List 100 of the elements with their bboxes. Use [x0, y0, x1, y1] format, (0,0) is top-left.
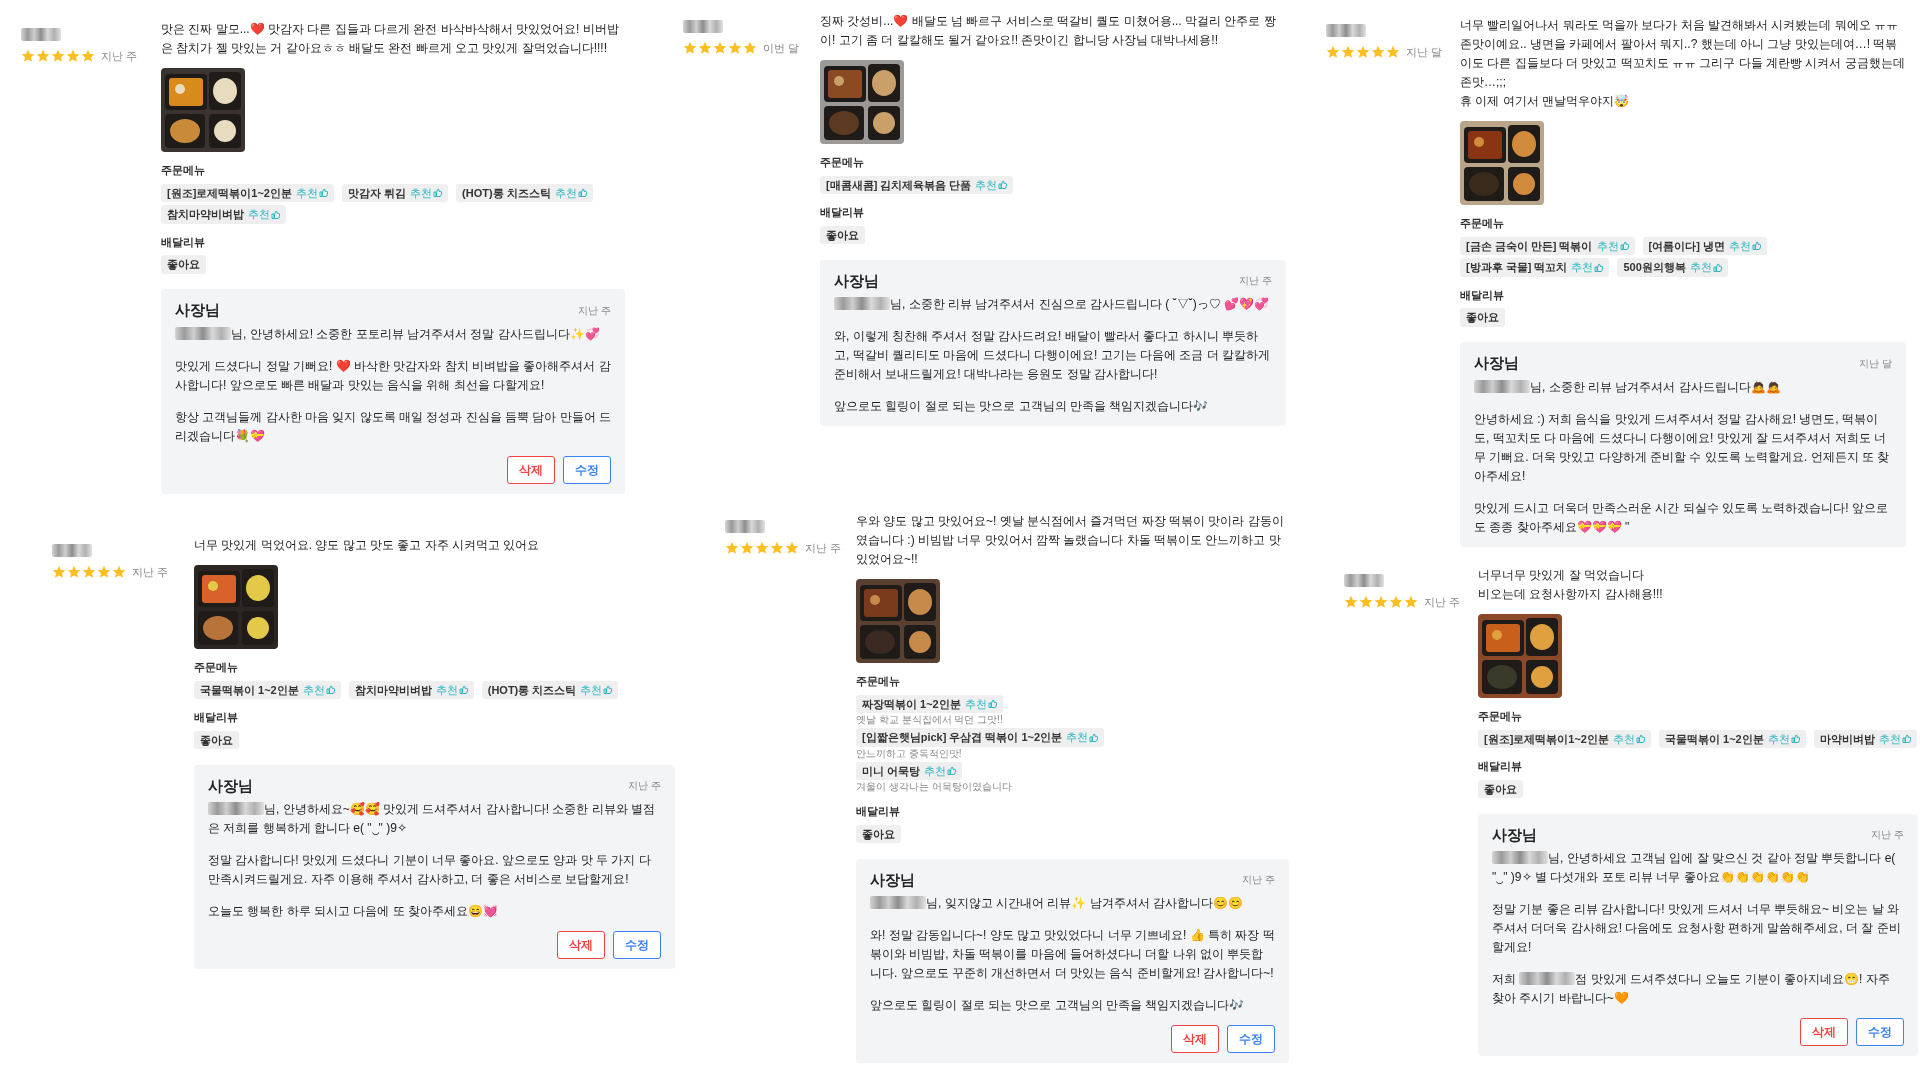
- reply-text: 와, 이렇게 칭찬해 주셔서 정말 감사드려요! 배달이 빨라서 좋다고 하시니 뿌듯하고, 떡갈비 퀄리티도 마음에 드셨다니 다행이에요! 고기는 다음에 조금 더 칼칼하게 준비해서 보내드릴게요! 대박나라는 응원도 정말 감사합니다!: [834, 328, 1271, 383]
- recommend-label: 추천: [410, 185, 433, 201]
- menu-name: 국물떡볶이 1~2인분: [200, 682, 299, 698]
- reply-text: 님, 안녕하세요! 소중한 포토리뷰 남겨주셔서 정말 감사드립니다✨💞: [175, 324, 611, 344]
- thumbs-up-icon: [603, 685, 613, 695]
- star-icon: [82, 565, 96, 580]
- section-label: 주문메뉴: [1478, 709, 1523, 724]
- menu-name: [입짧은햇님pick] 우삼겹 떡볶이 1~2인분: [862, 730, 1063, 745]
- reply-text: 와! 정말 감동입니다~! 양도 많고 맛있었다니 너무 기쁘네요! 👍 특히 짜장 떡볶이와 비빔밥, 차돌 떡볶이를 마음에 들어하셨다니 더할 나위 없이 뿌듯합니다. 앞으로도 꾸준히 개선하면서 더 맛있는 음식 준비할게요! 감사합니다~!: [870, 927, 1275, 982]
- reply-date: 지난 주: [1871, 828, 1904, 843]
- thumbs-up-icon: [998, 180, 1008, 190]
- star-icon: [1386, 45, 1400, 60]
- star-icon: [1374, 595, 1388, 610]
- menu-name: 짜장떡볶이 1~2인분: [862, 696, 961, 712]
- reply-text: 님, 소중한 리뷰 남겨주셔서 감사드립니다🙇🙇: [1474, 377, 1892, 397]
- thumbs-up-icon: [1619, 241, 1629, 251]
- reply-text: 정말 감사합니다! 맛있게 드셨다니 기분이 너무 좋아요. 앞으로도 양과 맛 두 가지 다 만족시켜드릴게요. 자주 이용해 주셔서 감사하고, 더 좋은 서비스로 보답할게요!: [208, 852, 652, 888]
- star-icon: [743, 41, 757, 56]
- blurred-name: [1344, 574, 1384, 587]
- recommend-label: 추천: [1767, 731, 1790, 747]
- reply-date: 지난 주: [1239, 274, 1272, 289]
- review-text: 너무너무 맛있게 잘 먹었습니다: [1478, 567, 1645, 584]
- recommend-label: 추천: [580, 682, 603, 698]
- star-icon: [1341, 45, 1355, 60]
- recommend-label: 추천: [1571, 260, 1594, 275]
- menu-note: 옛날 학교 분식집에서 먹던 그맛!!: [856, 713, 1003, 726]
- recommend-label: 추천: [248, 207, 270, 222]
- reply-text: 앞으로도 힐링이 절로 되는 맛으로 고객님의 만족을 책임지겠습니다🎶: [870, 997, 1246, 1014]
- menu-name: 마약비벼밥: [1819, 731, 1875, 747]
- star-icon: [713, 41, 727, 56]
- thumbs-up-icon: [1712, 262, 1722, 272]
- review-date: 지난 달: [1406, 45, 1443, 60]
- reply-date: 지난 달: [1859, 356, 1892, 371]
- section-label: 배달리뷰: [1478, 759, 1523, 774]
- star-icon: [1359, 595, 1373, 610]
- blurred-name: [1326, 24, 1366, 37]
- recommend-label: 추천: [924, 763, 947, 779]
- edit-button[interactable]: 수정: [563, 455, 611, 484]
- review-text: 비오는데 요청사항까지 감사해용!!!: [1478, 586, 1664, 603]
- delete-button[interactable]: 삭제: [507, 455, 555, 484]
- reply-author: 사장님: [208, 775, 253, 796]
- star-icon: [698, 41, 712, 56]
- star-icon: [728, 41, 742, 56]
- review-date: 지난 주: [805, 541, 842, 556]
- recommend-label: 추천: [964, 696, 987, 712]
- reply-text: 님, 소중한 리뷰 남겨주셔서 진심으로 감사드립니다 ( ˘▽˘)っ♡ 💕💖💞: [834, 295, 1272, 314]
- recommend-label: 추천: [1689, 260, 1712, 275]
- edit-button[interactable]: 수정: [1227, 1025, 1275, 1053]
- reply-author: 사장님: [175, 300, 220, 320]
- star-icon: [1404, 595, 1418, 610]
- star-icon: [66, 49, 80, 64]
- star-icon: [1326, 45, 1340, 60]
- delivery-tag: 좋아요: [1478, 779, 1523, 798]
- section-label: 배달리뷰: [820, 205, 865, 220]
- section-label: 주문메뉴: [820, 155, 865, 170]
- star-icon: [683, 41, 697, 56]
- blurred-name: [21, 28, 61, 41]
- edit-button[interactable]: 수정: [613, 931, 661, 959]
- star-icon: [725, 541, 739, 556]
- star-icon: [97, 565, 111, 580]
- star-icon: [67, 565, 81, 580]
- menu-name: [방과후 국물] 떡꼬치: [1466, 260, 1568, 275]
- review-text: 맛은 진짜 말모...❤ 맛감자 다른 집들과 다르게 완전 바삭바삭해서 맛있었어요! 비버밥은 참치가 젤 맛있는 거 같아요ㅎㅎ 배달도 완전 빠르게 오고 맛있게 잘먹었습니다!!!!: [161, 21, 620, 57]
- recommend-label: 추천: [554, 185, 577, 201]
- delivery-tag: 좋아요: [194, 730, 239, 749]
- section-label: 주문메뉴: [856, 674, 901, 689]
- recommend-label: 추천: [1878, 731, 1901, 747]
- thumbs-up-icon: [433, 188, 443, 198]
- menu-name: (HOT)롱 치즈스틱: [487, 682, 577, 698]
- thumbs-up-icon: [1790, 734, 1800, 744]
- review-date: 지난 주: [1424, 595, 1461, 610]
- reply-text: 저희 점 맛있게 드셔주셨다니 오늘도 기분이 좋아지네요😁! 자주 찾아 주시기 바랍니다~🧡: [1492, 971, 1891, 1007]
- delete-button[interactable]: 삭제: [1171, 1025, 1219, 1053]
- menu-name: [원조]로제떡볶이1~2인분: [1484, 731, 1609, 747]
- edit-button[interactable]: 수정: [1856, 1018, 1904, 1046]
- recommend-label: 추천: [296, 185, 318, 201]
- blurred-name: [52, 544, 92, 557]
- blurred-name: [725, 520, 765, 533]
- thumbs-up-icon: [1751, 241, 1761, 251]
- delivery-tag: 좋아요: [1460, 308, 1505, 327]
- thumbs-up-icon: [1636, 734, 1645, 744]
- menu-name: 500원의행복: [1623, 260, 1686, 275]
- review-date: 지난 주: [101, 49, 138, 64]
- recommend-label: 추천: [1728, 238, 1751, 254]
- thumbs-up-icon: [271, 209, 280, 219]
- menu-name: (HOT)롱 치즈스틱: [462, 185, 551, 201]
- reply-author: 사장님: [1474, 353, 1519, 373]
- delete-button[interactable]: 삭제: [1800, 1018, 1848, 1046]
- star-icon: [1371, 45, 1385, 60]
- delete-button[interactable]: 삭제: [557, 931, 605, 959]
- delivery-tag: 좋아요: [820, 225, 865, 244]
- section-label: 배달리뷰: [856, 804, 901, 819]
- review-text: 너무 빨리일어나서 뭐라도 먹을까 보다가 처음 발견해봐서 시켜봤는데 뭐에오 ㅠㅠ 존맛이예요.. 냉면을 카페에서 팔아서 뭐지..? 했는데 아니 그냥 맛있는데여…! 떡볶이도 다른 집들보다 더 맛있고 떡꼬치도 ㅠㅠ 그리구 다들 계란빵 시켜서 궁금했는데 존맛…;;;: [1460, 17, 1906, 91]
- recommend-label: 추천: [302, 682, 325, 698]
- menu-name: 참치마약비벼밥: [354, 682, 432, 698]
- reply-text: 님, 안녕하세요 고객님 입에 잘 맞으신 것 같아 정말 뿌듯합니다 e( "‿" )9✧ 별 다섯개와 포토 리뷰 너무 좋아요👏👏👏👏👏👏: [1492, 850, 1897, 886]
- section-label: 배달리뷰: [194, 710, 239, 725]
- recommend-label: 추천: [1613, 731, 1635, 747]
- menu-name: 참치마약비벼밥: [167, 207, 244, 222]
- reply-text: 맛있게 드셨다니 정말 기뻐요! ❤ 바삭한 맛감자와 참치 비벼밥을 좋아해주셔서 감사합니다! 앞으로도 빠른 배달과 맛있는 음식을 위해 최선을 다할게요!: [175, 357, 611, 394]
